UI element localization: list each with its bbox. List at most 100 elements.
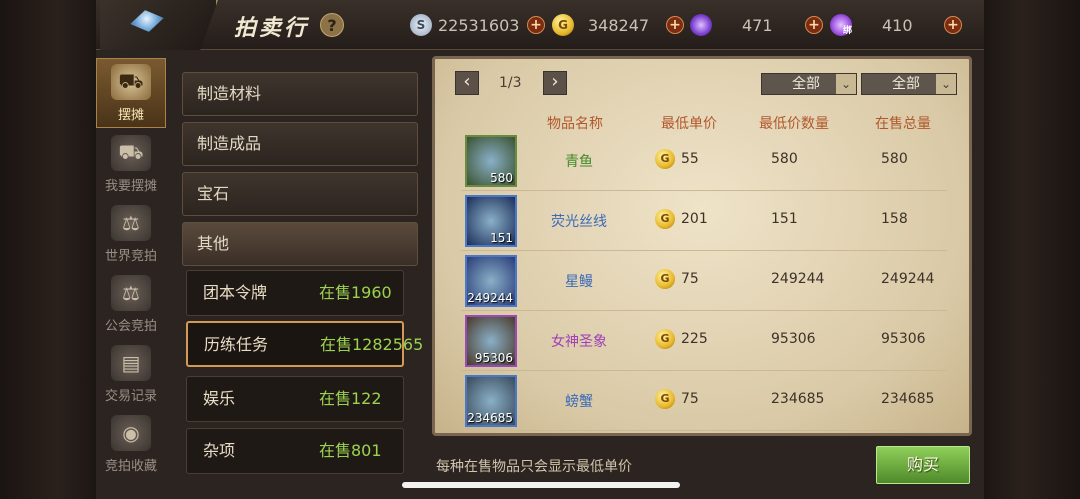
silver-amount: 22531603 [438, 15, 520, 35]
item-name: 星鳗 [565, 274, 593, 290]
item-min-qty: 234685 [771, 391, 825, 407]
add-bound-gem-button[interactable]: + [944, 16, 962, 34]
filter-value: 全部 [892, 76, 920, 92]
item-stack-qty: 249244 [467, 291, 513, 305]
back-logo-button[interactable] [100, 0, 218, 50]
item-row[interactable]: 249244 星鳗 G 75 249244 249244 [461, 253, 947, 311]
silver-currency: S 22531603 [410, 13, 519, 37]
category-other[interactable]: 其他 [182, 222, 418, 266]
nav-label: 我要摆摊 [104, 179, 157, 194]
item-min-price: 201 [681, 211, 708, 227]
nav-label: 世界竞拍 [104, 249, 157, 264]
gold-currency: G 348247 [552, 13, 649, 37]
category-gems[interactable]: 宝石 [182, 172, 418, 216]
item-stack-qty: 234685 [467, 411, 513, 425]
add-gem-button[interactable]: + [805, 16, 823, 34]
nav-label: 竞拍收藏 [104, 459, 157, 474]
gold-amount: 348247 [588, 15, 650, 35]
item-icon: 95306 [465, 315, 517, 367]
gold-coin-icon: G [655, 329, 675, 349]
chevron-down-icon: ⌄ [836, 74, 856, 94]
purple-gem-icon [690, 14, 712, 36]
nav-my-stall[interactable]: ⛟ 我要摆摊 [96, 128, 166, 198]
item-min-price: 75 [681, 271, 699, 287]
item-min-qty: 151 [771, 211, 798, 227]
subcategory-count: 在售1960 [319, 283, 392, 302]
subcategory-name: 杂项 [203, 441, 236, 460]
add-silver-button[interactable]: + [527, 16, 545, 34]
nav-label: 交易记录 [104, 389, 157, 404]
filter-dropdown-2[interactable]: 全部 ⌄ [861, 73, 957, 95]
item-stack-qty: 580 [490, 171, 513, 185]
item-row[interactable]: 580 青鱼 G 55 580 580 [461, 133, 947, 191]
nav-world-auction[interactable]: ⚖ 世界竞拍 [96, 198, 166, 268]
next-page-button[interactable]: › [543, 71, 567, 95]
item-total: 158 [881, 211, 908, 227]
item-name: 青鱼 [565, 154, 593, 170]
subcategory-name: 娱乐 [203, 389, 236, 408]
item-min-qty: 249244 [771, 271, 825, 287]
gold-coin-icon: G [655, 269, 675, 289]
item-row[interactable]: 234685 螃蟹 G 75 234685 234685 [461, 373, 947, 431]
gold-coin-icon: G [655, 209, 675, 229]
subcategory-training-quests[interactable]: 历练任务 在售1282565 [186, 321, 423, 367]
item-total: 580 [881, 151, 908, 167]
item-name: 荧光丝线 [551, 214, 607, 230]
item-icon: 580 [465, 135, 517, 187]
category-crafting-materials[interactable]: 制造材料 [182, 72, 418, 116]
subcategory-name: 历练任务 [204, 335, 269, 354]
home-indicator[interactable] [402, 482, 680, 488]
eye-icon: ◉ [111, 415, 151, 451]
left-decorative-frame [0, 0, 96, 499]
category-panel: 制造材料 制造成品 宝石 其他 团本令牌 在售1960 历练任务 在售12825… [176, 56, 424, 488]
column-header-total: 在售总量 [875, 116, 931, 132]
subcategory-name: 团本令牌 [203, 283, 268, 302]
add-gold-button[interactable]: + [666, 16, 684, 34]
right-decorative-frame [984, 0, 1080, 499]
gem-currency: 471 [690, 13, 773, 37]
gem-amount: 471 [742, 15, 773, 35]
column-header-min-price: 最低单价 [661, 116, 717, 132]
nav-guild-auction[interactable]: ⚖ 公会竞拍 [96, 268, 166, 338]
item-total: 95306 [881, 331, 926, 347]
nav-auction-favorites[interactable]: ◉ 竞拍收藏 [96, 408, 166, 478]
item-stack-qty: 151 [490, 231, 513, 245]
filter-value: 全部 [792, 76, 820, 92]
nav-trade-records[interactable]: ▤ 交易记录 [96, 338, 166, 408]
silver-coin-icon: S [410, 14, 432, 36]
bound-purple-gem-icon: 绑 [830, 14, 852, 36]
nav-label: 摆摊 [117, 108, 144, 123]
prev-page-button[interactable]: ‹ [455, 71, 479, 95]
item-icon: 234685 [465, 375, 517, 427]
item-name: 螃蟹 [565, 394, 593, 410]
subcategory-misc[interactable]: 杂项 在售801 [186, 428, 404, 474]
column-header-name: 物品名称 [547, 116, 603, 132]
cart-icon: ⛟ [111, 135, 151, 171]
item-row[interactable]: 95306 女神圣象 G 225 95306 95306 [461, 313, 947, 371]
subcategory-count: 在售801 [319, 441, 382, 460]
scales-icon: ⚖ [111, 205, 151, 241]
help-button[interactable]: ? [320, 13, 344, 37]
nav-stall[interactable]: ⛟ 摆摊 [96, 58, 166, 128]
column-header-min-qty: 最低价数量 [759, 116, 829, 132]
filter-dropdown-1[interactable]: 全部 ⌄ [761, 73, 857, 95]
item-icon: 151 [465, 195, 517, 247]
item-icon: 249244 [465, 255, 517, 307]
item-total: 234685 [881, 391, 935, 407]
gold-coin-icon: G [655, 149, 675, 169]
cart-icon: ⛟ [111, 64, 151, 100]
crystal-icon [128, 7, 165, 35]
bound-gem-amount: 410 [882, 15, 913, 35]
item-stack-qty: 95306 [474, 351, 513, 365]
subcategory-raid-tokens[interactable]: 团本令牌 在售1960 [186, 270, 404, 316]
buy-button[interactable]: 购买 [876, 446, 970, 484]
item-row[interactable]: 151 荧光丝线 G 201 151 158 [461, 193, 947, 251]
item-min-price: 55 [681, 151, 699, 167]
subcategory-entertainment[interactable]: 娱乐 在售122 [186, 376, 404, 422]
gold-coin-icon: G [655, 389, 675, 409]
bound-gem-currency: 绑 410 [830, 13, 913, 37]
category-crafted-goods[interactable]: 制造成品 [182, 122, 418, 166]
ledger-icon: ▤ [111, 345, 151, 381]
item-min-price: 75 [681, 391, 699, 407]
item-list-panel: ‹ 1/3 › 全部 ⌄ 全部 ⌄ 物品名称 最低单价 最低价数量 在售总量 5… [432, 56, 972, 436]
